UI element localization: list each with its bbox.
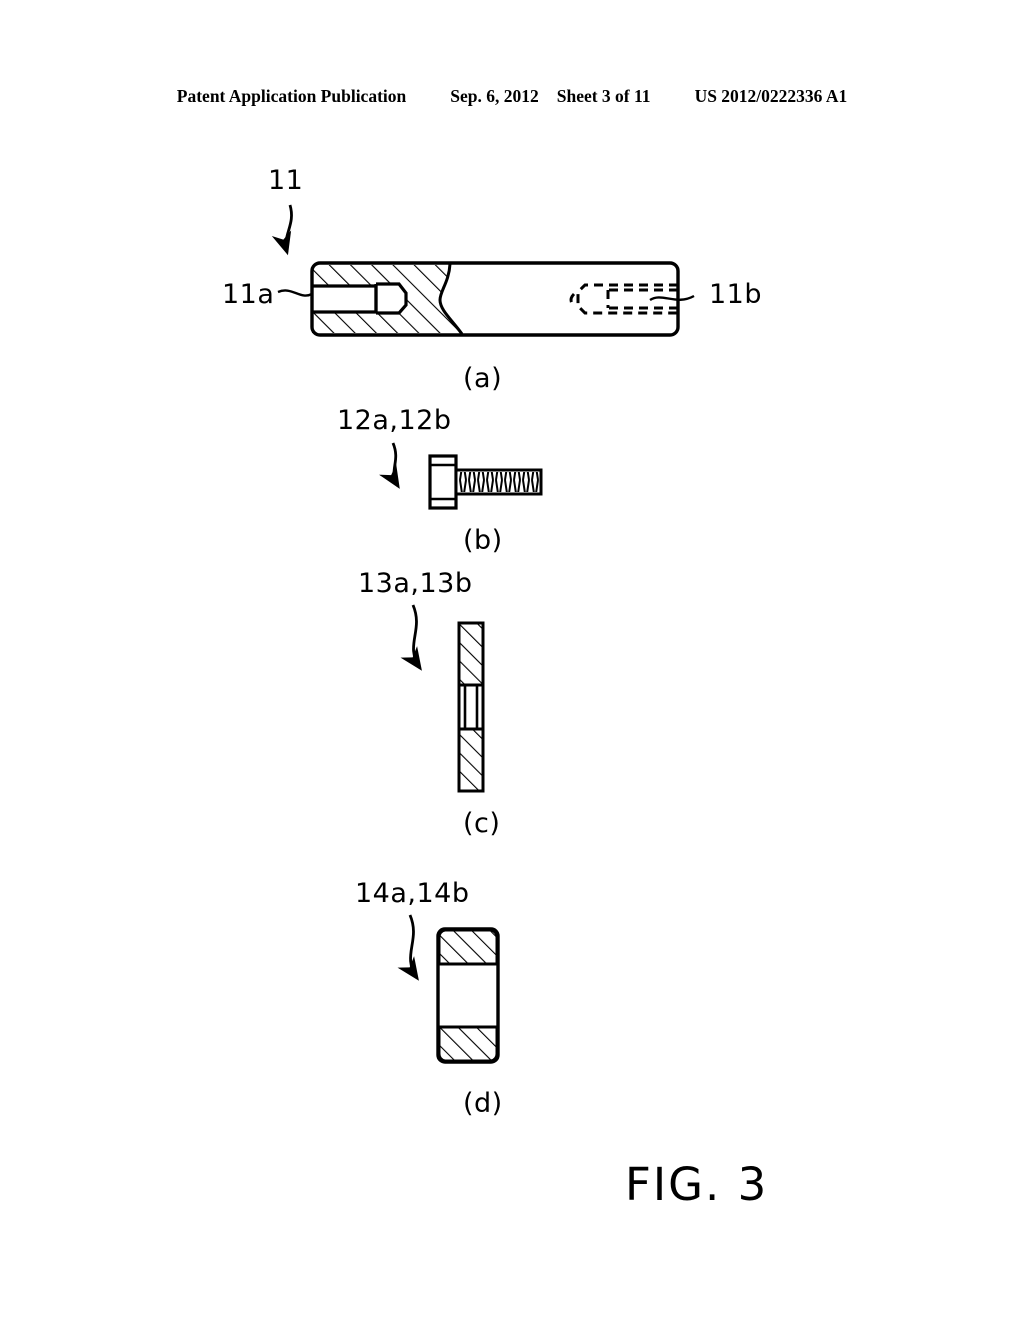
ref-label-11a: 11a [222, 279, 275, 310]
part-c-bore [457, 683, 485, 731]
part-c-ref-leader [400, 604, 422, 671]
part-b-bolt-thread [459, 472, 539, 492]
part-b-ref-leader [379, 442, 400, 489]
part-c-lower-section [457, 727, 485, 793]
part-d-upper-section [437, 928, 499, 966]
part-c-upper-section [457, 621, 485, 687]
figure-part-a [271, 204, 695, 337]
part-a-right-hidden-bore [569, 283, 678, 315]
sub-caption-a: (a) [463, 363, 503, 394]
part-d-ref-leader [397, 914, 419, 981]
ref-label-11: 11 [268, 165, 304, 196]
sub-caption-c: (c) [463, 808, 501, 839]
part-a-ref-11a-leader [277, 289, 313, 297]
ref-label-13ab: 13a,13b [358, 568, 473, 599]
ref-label-14ab: 14a,14b [355, 878, 470, 909]
patent-figure-drawing [271, 204, 695, 1064]
ref-label-12ab: 12a,12b [337, 405, 452, 436]
part-a-ref-11-leader [271, 204, 293, 256]
part-a-ref-11b-leader [649, 294, 695, 302]
part-d-lower-section [437, 1025, 499, 1063]
sub-caption-b: (b) [463, 525, 503, 556]
figure-part-d [397, 914, 500, 1064]
sub-caption-d: (d) [463, 1088, 503, 1119]
figure-part-b [379, 442, 543, 510]
figure-part-c [400, 604, 485, 793]
figure-caption: FIG. 3 [625, 1158, 769, 1211]
ref-label-11b: 11b [709, 279, 762, 310]
